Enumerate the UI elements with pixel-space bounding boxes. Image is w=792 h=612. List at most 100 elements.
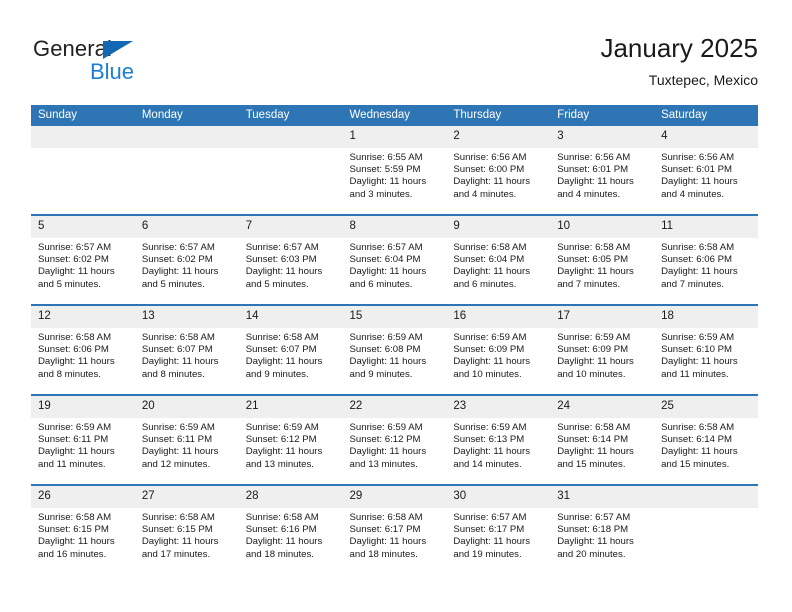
calendar-day-cell[interactable]: 12 Sunrise: 6:58 AM Sunset: 6:06 PM Dayligh… [31,304,135,395]
calendar-day-cell[interactable]: 17 Sunrise: 6:59 AM Sunset: 6:09 PM Dayligh… [550,304,655,395]
calendar-day-cell[interactable]: 7 Sunrise: 6:57 AM Sunset: 6:03 PM Daylight… [238,214,343,305]
day-daylight-1-text: Daylight: 11 hours [141,356,219,368]
calendar-header-row: Sunday Monday Tuesday Wednesday Thursday Frid… [31,105,758,126]
general-blue-logo[interactable]: General Blue [33,36,163,88]
weekday-header-monday: Monday [134,105,239,126]
day-sunset-text: Sunset: 6:12 PM [349,434,421,446]
day-sun-info: Sunrise: 6:55 AM Sunset: 5:59 PM Daylight:… [343,148,447,201]
calendar-day-cell[interactable]: 27 Sunrise: 6:58 AM Sunset: 6:15 PM Dayligh… [134,484,239,574]
day-sunset-text: Sunset: 6:17 PM [349,524,421,536]
calendar-day-cell[interactable]: 31 Sunrise: 6:57 AM Sunset: 6:18 PM Dayligh… [550,484,655,574]
day-daylight-1-text: Daylight: 11 hours [245,356,323,368]
day-sunset-text: Sunset: 6:11 PM [141,434,213,446]
calendar-day-cell[interactable]: 2 Sunrise: 6:56 AM Sunset: 6:00 PM Daylight… [446,126,551,215]
calendar-day-cell[interactable]: 26 Sunrise: 6:58 AM Sunset: 6:15 PM Dayligh… [31,484,135,574]
day-daylight-1-text: Daylight: 11 hours [38,446,115,458]
calendar-day-cell[interactable]: 6 Sunrise: 6:57 AM Sunset: 6:02 PM Daylight… [134,214,239,305]
calendar-day-cell[interactable]: 4 Sunrise: 6:56 AM Sunset: 6:01 PM Daylight… [654,126,758,215]
day-sun-info: Sunrise: 6:59 AM Sunset: 6:08 PM Daylight:… [343,328,447,381]
day-daylight-1-text: Daylight: 11 hours [245,266,323,278]
calendar-day-cell[interactable]: 18 Sunrise: 6:59 AM Sunset: 6:10 PM Dayligh… [654,304,758,395]
calendar-day-cell[interactable]: 3 Sunrise: 6:56 AM Sunset: 6:01 PM Daylight… [550,126,655,215]
day-sunrise-text: Sunrise: 6:57 AM [453,512,527,523]
calendar-day-cell[interactable]: 10 Sunrise: 6:58 AM Sunset: 6:05 PM Dayligh… [550,214,655,305]
day-daylight-2-text: and 17 minutes. [141,548,211,560]
calendar-day-cell[interactable]: 28 Sunrise: 6:58 AM Sunset: 6:16 PM Dayligh… [238,484,343,574]
day-daylight-2-text: and 20 minutes. [557,548,626,560]
day-sun-info: Sunrise: 6:57 AM Sunset: 6:04 PM Daylight:… [343,238,447,291]
day-number: 29 [342,486,447,508]
calendar-day-cell[interactable]: 16 Sunrise: 6:59 AM Sunset: 6:09 PM Dayligh… [446,304,551,395]
calendar-day-cell[interactable]: 25 Sunrise: 6:58 AM Sunset: 6:14 PM Dayligh… [654,394,758,485]
day-daylight-1-text: Daylight: 11 hours [661,176,738,188]
day-sun-info: Sunrise: 6:59 AM Sunset: 6:09 PM Daylight:… [446,328,550,381]
day-daylight-2-text: and 3 minutes. [349,188,413,200]
day-number: 18 [654,306,758,328]
day-daylight-2-text: and 7 minutes. [661,278,724,290]
day-sunset-text: Sunset: 6:16 PM [245,524,317,536]
day-number: 10 [550,216,655,238]
day-sunset-text: Sunset: 6:01 PM [557,164,629,176]
calendar-day-cell[interactable]: 24 Sunrise: 6:58 AM Sunset: 6:14 PM Dayligh… [550,394,655,485]
calendar-day-cell-empty [654,484,758,574]
calendar-day-cell[interactable]: 22 Sunrise: 6:59 AM Sunset: 6:12 PM Dayligh… [342,394,447,485]
calendar-day-cell[interactable]: 30 Sunrise: 6:57 AM Sunset: 6:17 PM Dayligh… [446,484,551,574]
calendar-week-row: 26 Sunrise: 6:58 AM Sunset: 6:15 PM Dayligh… [31,484,758,574]
day-daylight-2-text: and 10 minutes. [557,368,626,380]
calendar-day-cell[interactable]: 23 Sunrise: 6:59 AM Sunset: 6:13 PM Dayligh… [446,394,551,485]
calendar-day-cell[interactable]: 29 Sunrise: 6:58 AM Sunset: 6:17 PM Dayligh… [342,484,447,574]
calendar-day-cell[interactable]: 14 Sunrise: 6:58 AM Sunset: 6:07 PM Dayligh… [238,304,343,395]
calendar-day-cell[interactable]: 1 Sunrise: 6:55 AM Sunset: 5:59 PM Daylight… [342,126,447,215]
day-daylight-1-text: Daylight: 11 hours [245,536,323,548]
calendar-day-cell[interactable]: 5 Sunrise: 6:57 AM Sunset: 6:02 PM Daylight… [31,214,135,305]
day-sun-info: Sunrise: 6:58 AM Sunset: 6:15 PM Daylight:… [31,508,135,561]
day-number: 14 [238,306,343,328]
day-daylight-2-text: and 5 minutes. [245,278,309,290]
day-daylight-2-text: and 15 minutes. [557,458,626,470]
day-sunset-text: Sunset: 6:06 PM [661,254,732,266]
day-sunset-text: Sunset: 6:11 PM [38,434,109,446]
day-number: 31 [550,486,655,508]
day-sun-info: Sunrise: 6:58 AM Sunset: 6:05 PM Daylight:… [550,238,654,291]
day-sunset-text: Sunset: 6:00 PM [453,164,525,176]
calendar-day-cell[interactable]: 11 Sunrise: 6:58 AM Sunset: 6:06 PM Dayligh… [654,214,758,305]
day-sunrise-text: Sunrise: 6:59 AM [349,422,423,433]
day-number [134,126,239,148]
day-number: 16 [446,306,551,328]
day-sun-info: Sunrise: 6:59 AM Sunset: 6:10 PM Daylight:… [654,328,758,381]
day-sunrise-text: Sunrise: 6:57 AM [141,242,215,253]
page-subtitle-location: Tuxtepec, Mexico [648,72,758,88]
day-number [654,486,758,508]
calendar-day-cell[interactable]: 21 Sunrise: 6:59 AM Sunset: 6:12 PM Dayligh… [238,394,343,485]
day-daylight-2-text: and 10 minutes. [453,368,522,380]
calendar-day-cell[interactable]: 19 Sunrise: 6:59 AM Sunset: 6:11 PM Dayligh… [31,394,135,485]
day-daylight-2-text: and 9 minutes. [349,368,413,380]
calendar-day-cell[interactable]: 8 Sunrise: 6:57 AM Sunset: 6:04 PM Daylight… [342,214,447,305]
day-number: 17 [550,306,655,328]
day-daylight-2-text: and 6 minutes. [349,278,413,290]
day-sunrise-text: Sunrise: 6:58 AM [38,332,112,343]
day-sun-info: Sunrise: 6:56 AM Sunset: 6:01 PM Daylight:… [550,148,654,201]
day-sun-info: Sunrise: 6:59 AM Sunset: 6:09 PM Daylight:… [550,328,654,381]
day-sun-info: Sunrise: 6:56 AM Sunset: 6:01 PM Daylight:… [654,148,758,201]
calendar-day-cell[interactable]: 15 Sunrise: 6:59 AM Sunset: 6:08 PM Dayligh… [342,304,447,395]
day-number: 30 [446,486,551,508]
weekday-header-friday: Friday [550,105,655,126]
day-daylight-1-text: Daylight: 11 hours [38,536,115,548]
calendar-day-cell[interactable]: 9 Sunrise: 6:58 AM Sunset: 6:04 PM Daylight… [446,214,551,305]
day-daylight-1-text: Daylight: 11 hours [557,446,634,458]
day-sunrise-text: Sunrise: 6:58 AM [661,242,735,253]
day-number: 21 [238,396,343,418]
day-daylight-2-text: and 11 minutes. [38,458,106,470]
day-sunrise-text: Sunrise: 6:59 AM [245,422,319,433]
day-number: 9 [446,216,551,238]
day-sun-info: Sunrise: 6:57 AM Sunset: 6:02 PM Daylight:… [31,238,135,291]
logo-text-blue: Blue [90,59,135,84]
day-number: 2 [446,126,551,148]
day-sunrise-text: Sunrise: 6:59 AM [349,332,423,343]
weekday-header-tuesday: Tuesday [238,105,343,126]
day-sunset-text: Sunset: 6:15 PM [38,524,109,536]
calendar-day-cell[interactable]: 13 Sunrise: 6:58 AM Sunset: 6:07 PM Dayligh… [134,304,239,395]
calendar-week-row: 5 Sunrise: 6:57 AM Sunset: 6:02 PM Daylight… [31,214,758,305]
calendar-day-cell[interactable]: 20 Sunrise: 6:59 AM Sunset: 6:11 PM Dayligh… [134,394,239,485]
